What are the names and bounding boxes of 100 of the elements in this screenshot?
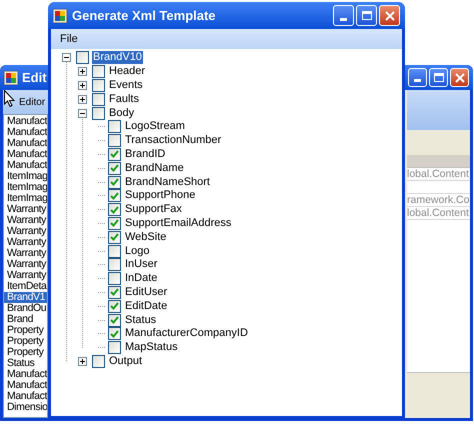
close-icon bbox=[454, 72, 464, 82]
tree-item[interactable]: Logo bbox=[124, 244, 150, 258]
checkbox[interactable] bbox=[108, 216, 121, 230]
tree-item[interactable]: Events bbox=[108, 78, 144, 92]
checkbox[interactable] bbox=[108, 314, 121, 327]
list-item[interactable]: Warranty bbox=[4, 204, 47, 215]
checkbox[interactable] bbox=[92, 354, 105, 368]
checkbox[interactable] bbox=[92, 92, 105, 106]
list-item[interactable]: Dimensio bbox=[4, 402, 47, 413]
grid-cell: lobal.Content bbox=[407, 168, 470, 181]
tree-item[interactable]: SupportPhone bbox=[124, 189, 196, 202]
grid-header bbox=[407, 155, 470, 168]
checkbox[interactable] bbox=[92, 106, 105, 120]
checkbox[interactable] bbox=[108, 341, 121, 354]
list-item[interactable]: Property bbox=[4, 347, 47, 358]
checkbox[interactable] bbox=[108, 272, 121, 286]
tree-item[interactable]: WebSite bbox=[124, 230, 168, 244]
list-item[interactable]: Warranty bbox=[4, 270, 47, 281]
tree-item[interactable]: InUser bbox=[124, 258, 158, 272]
minimize-button[interactable] bbox=[333, 5, 354, 26]
tree-item[interactable]: LogoStream bbox=[124, 120, 186, 134]
list-item[interactable]: Manufact bbox=[4, 116, 47, 127]
list-item[interactable]: Warranty bbox=[4, 237, 47, 248]
checkbox[interactable] bbox=[108, 120, 121, 134]
list-item[interactable]: Warranty bbox=[4, 215, 47, 226]
checkbox[interactable] bbox=[108, 286, 121, 299]
maximize-icon bbox=[434, 73, 444, 82]
list-item[interactable]: Manufact bbox=[4, 391, 47, 402]
list-item[interactable]: ItemImag bbox=[4, 171, 47, 182]
app-icon bbox=[4, 70, 18, 84]
checkbox[interactable] bbox=[92, 65, 105, 78]
checkbox[interactable] bbox=[108, 244, 121, 258]
collapse-toggle[interactable] bbox=[78, 108, 87, 118]
tree-item[interactable]: Output bbox=[108, 354, 144, 368]
list-item[interactable]: Warranty bbox=[4, 259, 47, 270]
tree-item[interactable]: BrandV10 bbox=[92, 51, 143, 64]
toolbar-band bbox=[407, 90, 470, 130]
list-item[interactable]: Manufact bbox=[4, 369, 47, 380]
tree-item[interactable]: BrandNameShort bbox=[124, 176, 211, 189]
plus-icon bbox=[80, 358, 85, 364]
list-item[interactable]: Manufact bbox=[4, 138, 47, 149]
expand-toggle[interactable] bbox=[78, 67, 87, 76]
tree-item[interactable]: ManufacturerCompanyID bbox=[124, 327, 249, 340]
list-item[interactable]: Brand bbox=[4, 314, 47, 325]
tree-item[interactable]: EditUser bbox=[124, 286, 168, 299]
collapse-toggle[interactable] bbox=[62, 53, 71, 62]
list-item[interactable]: Manufact bbox=[4, 380, 47, 391]
list-item[interactable]: Manufact bbox=[4, 149, 47, 160]
menu-item[interactable]: File bbox=[56, 30, 82, 48]
checkbox[interactable] bbox=[76, 51, 89, 64]
minimize-button[interactable] bbox=[408, 68, 427, 87]
tree-item[interactable]: SupportEmailAddress bbox=[124, 216, 232, 230]
minimize-icon bbox=[340, 18, 347, 21]
checkbox[interactable] bbox=[108, 162, 121, 175]
close-button[interactable] bbox=[450, 68, 469, 87]
expand-toggle[interactable] bbox=[78, 80, 87, 90]
tree-item[interactable]: MapStatus bbox=[124, 341, 179, 354]
minus-icon bbox=[80, 110, 85, 116]
list-item[interactable]: Status bbox=[4, 358, 47, 369]
checkbox[interactable] bbox=[108, 300, 121, 313]
maximize-button[interactable] bbox=[429, 68, 448, 87]
list-item[interactable]: Manufact bbox=[4, 127, 47, 138]
list-item[interactable]: Property bbox=[4, 325, 47, 336]
checkbox[interactable] bbox=[108, 176, 121, 189]
list-item[interactable]: ItemImag bbox=[4, 182, 47, 193]
grid-row bbox=[407, 181, 470, 194]
expand-toggle[interactable] bbox=[78, 94, 87, 104]
plus-icon bbox=[80, 82, 85, 88]
tree-item[interactable]: InDate bbox=[124, 272, 158, 286]
tree-item[interactable]: BrandName bbox=[124, 162, 185, 175]
checkbox[interactable] bbox=[108, 148, 121, 161]
close-button[interactable] bbox=[379, 5, 400, 26]
list-item[interactable]: BrandV1 bbox=[4, 292, 47, 303]
tree-item[interactable]: Body bbox=[108, 106, 136, 120]
list-item[interactable]: ItemImag bbox=[4, 193, 47, 204]
checkbox[interactable] bbox=[108, 327, 121, 340]
tree-item[interactable]: Status bbox=[124, 314, 158, 327]
cursor-icon bbox=[4, 90, 15, 107]
tree-item[interactable]: Header bbox=[108, 65, 146, 78]
list-item[interactable]: Property bbox=[4, 336, 47, 347]
list-item[interactable]: Manufact bbox=[4, 160, 47, 171]
list-item[interactable]: Warranty bbox=[4, 226, 47, 237]
list-item[interactable]: Warranty bbox=[4, 248, 47, 259]
tree-item[interactable]: SupportFax bbox=[124, 203, 183, 216]
list-item[interactable]: BrandOu bbox=[4, 303, 47, 314]
tree-item[interactable]: TransactionNumber bbox=[124, 134, 222, 148]
checkbox[interactable] bbox=[108, 258, 121, 272]
checkbox[interactable] bbox=[108, 203, 121, 216]
tab[interactable]: Editor bbox=[3, 90, 48, 114]
checkbox[interactable] bbox=[92, 78, 105, 92]
checkbox[interactable] bbox=[108, 230, 121, 244]
expand-toggle[interactable] bbox=[78, 356, 87, 366]
maximize-icon bbox=[362, 11, 372, 20]
tree-item[interactable]: EditDate bbox=[124, 300, 168, 313]
maximize-button[interactable] bbox=[356, 5, 377, 26]
checkbox[interactable] bbox=[108, 134, 121, 148]
grid-cell: lobal.Content bbox=[407, 207, 470, 220]
checkbox[interactable] bbox=[108, 189, 121, 202]
tree-item[interactable]: Faults bbox=[108, 92, 140, 106]
tree-item[interactable]: BrandID bbox=[124, 148, 166, 161]
